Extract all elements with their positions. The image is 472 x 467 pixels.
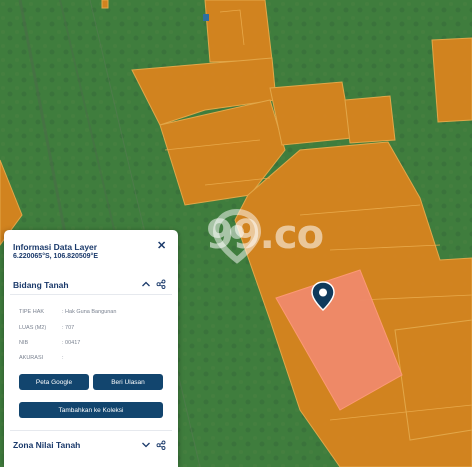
tambahkan-koleksi-button[interactable]: Tambahkan ke Koleksi xyxy=(19,402,163,418)
panel-title: Informasi Data Layer xyxy=(13,242,98,252)
panel-coordinates: 6.220065°S, 106.820509°E xyxy=(13,253,99,260)
share-icon xyxy=(156,440,166,450)
brand-watermark-text: 99.co xyxy=(206,212,324,258)
divider xyxy=(10,430,172,431)
section-title-zona-nilai-tanah[interactable]: Zona Nilai Tanah xyxy=(13,440,80,450)
location-pin-icon[interactable] xyxy=(311,281,335,311)
chevron-down-icon xyxy=(142,442,150,448)
section-title-bidang-tanah: Bidang Tanah xyxy=(13,280,69,290)
divider xyxy=(10,294,172,295)
close-icon[interactable]: ✕ xyxy=(157,239,166,252)
map-marker-small xyxy=(203,14,209,21)
share-icon xyxy=(156,279,166,289)
section-actions xyxy=(142,279,166,289)
beri-ulasan-button[interactable]: Beri Ulasan xyxy=(93,374,163,390)
peta-google-button[interactable]: Peta Google xyxy=(19,374,89,390)
data-layer-panel: Informasi Data Layer 6.220065°S, 106.820… xyxy=(4,230,178,467)
section-actions xyxy=(142,440,166,450)
chevron-up-icon xyxy=(142,281,150,287)
